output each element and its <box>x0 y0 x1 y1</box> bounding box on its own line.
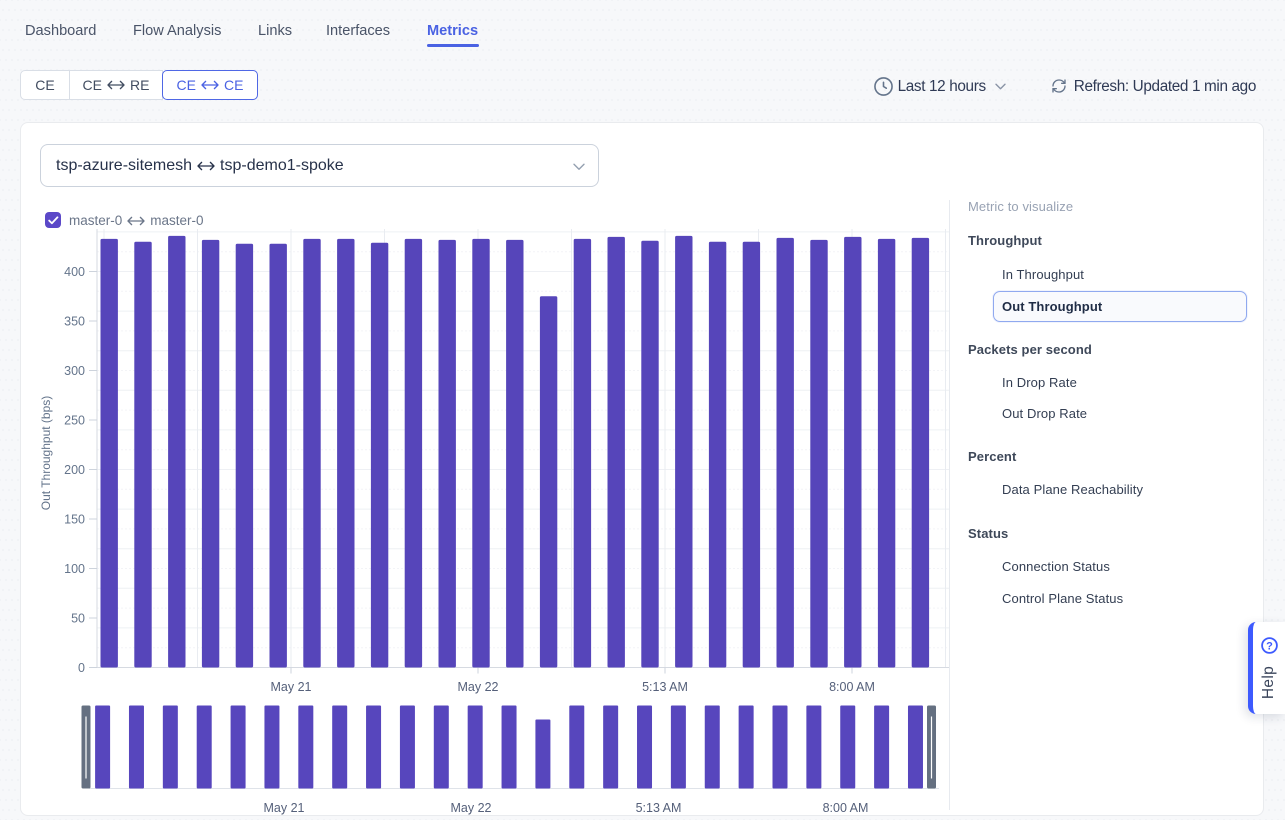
svg-text:May 21: May 21 <box>271 680 312 694</box>
svg-text:8:00 AM: 8:00 AM <box>829 680 875 694</box>
svg-text:0: 0 <box>78 661 85 675</box>
svg-text:250: 250 <box>64 414 85 428</box>
svg-text:5:13 AM: 5:13 AM <box>642 680 688 694</box>
svg-text:5:13 AM: 5:13 AM <box>636 801 682 815</box>
svg-text:May 22: May 22 <box>458 680 499 694</box>
svg-text:400: 400 <box>64 265 85 279</box>
svg-text:100: 100 <box>64 562 85 576</box>
svg-text:8:00 AM: 8:00 AM <box>823 801 869 815</box>
svg-text:Out Throughput (bps): Out Throughput (bps) <box>39 396 53 511</box>
svg-text:350: 350 <box>64 315 85 329</box>
svg-text:?: ? <box>1266 641 1273 653</box>
svg-text:May 21: May 21 <box>264 801 305 815</box>
svg-text:150: 150 <box>64 513 85 527</box>
svg-text:May 22: May 22 <box>451 801 492 815</box>
svg-text:300: 300 <box>64 364 85 378</box>
svg-text:200: 200 <box>64 463 85 477</box>
svg-text:50: 50 <box>71 612 85 626</box>
